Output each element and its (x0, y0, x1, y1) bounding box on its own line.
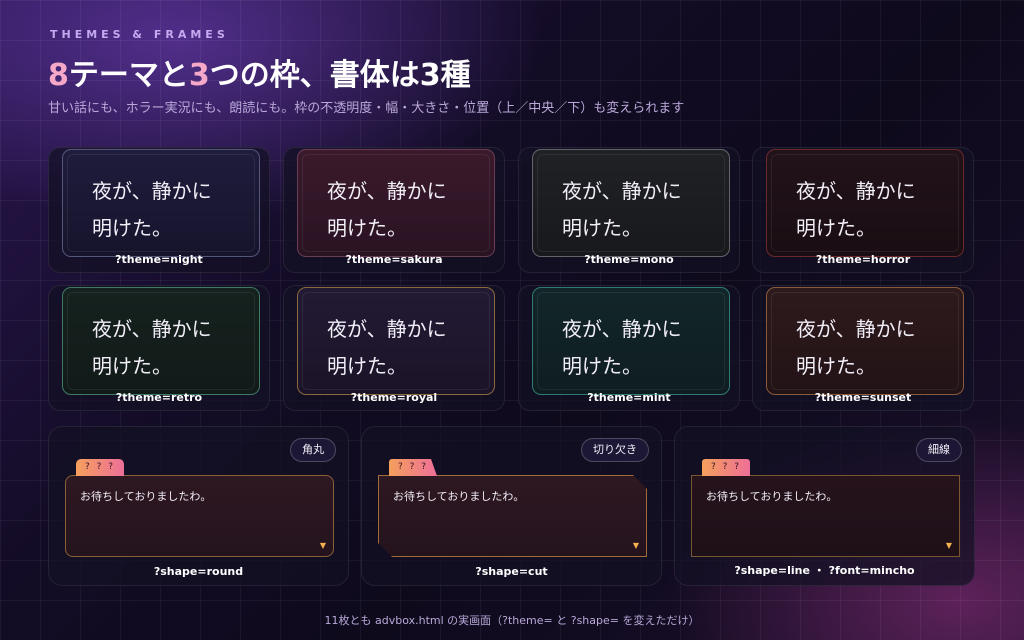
theme-card-night: 夜が、静かに 明けた。 ?theme=night (48, 147, 270, 273)
theme-card-royal: 夜が、静かに 明けた。 ?theme=royal (283, 285, 505, 411)
sample-line-2: 明けた。 (562, 354, 642, 378)
theme-caption: ?theme=horror (815, 253, 911, 266)
sample-line-2: 明けた。 (562, 216, 642, 240)
sample-line-2: 明けた。 (327, 216, 407, 240)
eyebrow-label: THEMES & FRAMES (50, 28, 229, 41)
theme-card-mint: 夜が、静かに 明けた。 ?theme=mint (518, 285, 740, 411)
sample-line-1: 夜が、静かに (562, 317, 682, 341)
title-accent-number: 3 (188, 58, 210, 93)
speaker-name-tag: ? ? ? (389, 459, 437, 476)
theme-card-mono: 夜が、静かに 明けた。 ?theme=mono (518, 147, 740, 273)
theme-caption: ?theme=sakura (345, 253, 443, 266)
dialog-message: お待ちしておりましたわ。 (393, 490, 525, 503)
sample-line-1: 夜が、静かに (327, 179, 447, 203)
title-text: つの枠、書体は3種 (209, 58, 471, 93)
theme-card-sakura: 夜が、静かに 明けた。 ?theme=sakura (283, 147, 505, 273)
dialog-box: お待ちしておりましたわ。 ▼ (378, 475, 647, 557)
theme-card-horror: 夜が、静かに 明けた。 ?theme=horror (752, 147, 974, 273)
page-subtitle: 甘い話にも、ホラー実況にも、朗読にも。枠の不透明度・幅・大きさ・位置（上／中央／… (48, 101, 685, 116)
title-text: テーマと (68, 58, 189, 93)
footer-note: 11枚とも advbox.html の実画面（?theme= と ?shape=… (324, 614, 700, 627)
sample-line-1: 夜が、静かに (562, 179, 682, 203)
dialog-message: お待ちしておりましたわ。 (80, 490, 212, 503)
dialog-message: お待ちしておりましたわ。 (706, 490, 838, 503)
sample-line-1: 夜が、静かに (92, 179, 212, 203)
theme-caption: ?theme=retro (115, 391, 203, 404)
theme-caption: ?theme=mono (584, 253, 674, 266)
sample-line-1: 夜が、静かに (92, 317, 212, 341)
advance-arrow-icon: ▼ (632, 541, 639, 550)
sample-line-1: 夜が、静かに (796, 179, 916, 203)
sample-line-1: 夜が、静かに (327, 317, 447, 341)
title-accent-number: 8 (48, 58, 69, 93)
speaker-name-tag: ? ? ? (76, 459, 124, 476)
dialog-box: お待ちしておりましたわ。 ▼ (691, 475, 960, 557)
page-title: 8テーマと3つの枠、書体は3種 (48, 50, 471, 94)
shape-card-round: 角丸 お待ちしておりましたわ。 ▼ ? ? ? ?shape=round (48, 426, 349, 586)
shape-card-cut: 切り欠き お待ちしておりましたわ。 ▼ ? ? ? ?shape=cut (361, 426, 662, 586)
theme-caption: ?theme=sunset (814, 391, 912, 404)
advance-arrow-icon: ▼ (319, 541, 326, 550)
shape-badge: 角丸 (290, 438, 336, 462)
sample-line-2: 明けた。 (796, 354, 876, 378)
theme-caption: ?theme=mint (587, 391, 671, 404)
shape-badge: 細線 (916, 438, 962, 462)
shape-card-line: 細線 お待ちしておりましたわ。 ▼ ? ? ? ?shape=line ・ ?f… (674, 426, 975, 586)
speaker-name-tag: ? ? ? (702, 459, 750, 476)
sample-line-1: 夜が、静かに (796, 317, 916, 341)
dialog-box: お待ちしておりましたわ。 ▼ (65, 475, 334, 557)
advance-arrow-icon: ▼ (945, 541, 952, 550)
theme-card-sunset: 夜が、静かに 明けた。 ?theme=sunset (752, 285, 974, 411)
sample-line-2: 明けた。 (92, 354, 172, 378)
theme-caption: ?theme=night (115, 253, 203, 266)
sample-line-2: 明けた。 (92, 216, 172, 240)
shape-caption: ?shape=line ・ ?font=mincho (734, 564, 915, 577)
shape-badge: 切り欠き (581, 438, 649, 462)
sample-line-2: 明けた。 (796, 216, 876, 240)
shape-caption: ?shape=cut (475, 565, 548, 578)
sample-line-2: 明けた。 (327, 354, 407, 378)
theme-caption: ?theme=royal (350, 391, 438, 404)
shape-caption: ?shape=round (153, 565, 244, 578)
theme-card-retro: 夜が、静かに 明けた。 ?theme=retro (48, 285, 270, 411)
